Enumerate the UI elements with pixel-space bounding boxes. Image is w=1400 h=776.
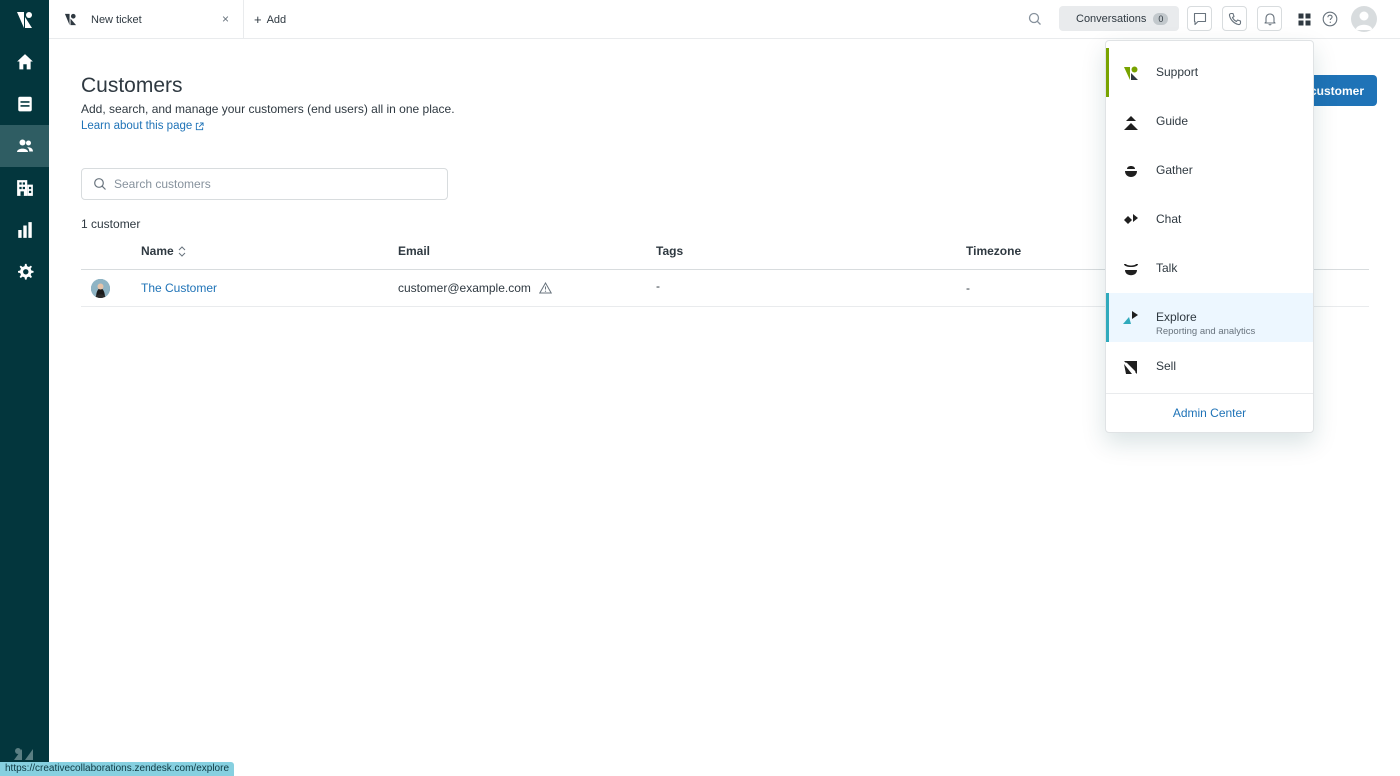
top-bar: New ticket × + Add Conversations 0 [49,0,1400,39]
conversations-count-badge: 0 [1153,12,1169,25]
page-title: Customers [81,74,183,97]
page-description: Add, search, and manage your customers (… [81,102,455,116]
product-tray-button[interactable] [1296,11,1312,27]
building-icon [16,180,33,196]
warning-triangle-icon [538,282,552,294]
phone-icon [1228,12,1241,25]
product-menu-item-chat[interactable]: Chat [1106,195,1313,244]
inbox-stack-icon [17,96,32,112]
admin-center-link[interactable]: Admin Center [1106,406,1313,420]
learn-about-page-link[interactable]: Learn about this page [81,120,204,132]
product-menu-label: Gather [1156,163,1193,177]
search-icon[interactable] [1027,11,1043,27]
column-header-tags: Tags [656,244,684,258]
tab-new-ticket[interactable]: New ticket × [49,0,244,39]
plus-icon: + [254,12,262,27]
support-product-icon [1124,66,1138,80]
menu-divider [1106,393,1313,394]
product-menu-item-explore[interactable]: Explore Reporting and analytics [1106,293,1313,342]
product-menu-item-support[interactable]: Support [1106,48,1313,97]
person-icon [1355,11,1373,30]
bar-chart-icon [17,222,32,238]
user-avatar[interactable] [1351,6,1377,32]
tab-close-button[interactable]: × [222,12,229,26]
product-tray-menu: Support Guide Gather Chat Talk Explore R… [1105,40,1314,433]
nav-home[interactable] [0,41,49,83]
customer-tags: - [656,279,660,293]
search-customers-input[interactable] [114,177,434,191]
talk-product-icon [1124,264,1138,276]
chat-product-icon [1124,214,1138,224]
bell-icon [1263,12,1276,25]
sort-icon [178,245,186,257]
notifications-button[interactable] [1257,6,1282,31]
gather-product-icon [1125,166,1137,177]
conversations-button[interactable]: Conversations 0 [1059,6,1179,31]
column-name-label: Name [141,244,174,258]
product-menu-item-talk[interactable]: Talk [1106,244,1313,293]
home-icon [16,54,33,70]
search-customers-field[interactable] [81,168,448,200]
customer-email: customer@example.com [398,281,531,295]
nav-organizations[interactable] [0,167,49,209]
nav-admin[interactable] [0,251,49,293]
product-menu-label: Chat [1156,212,1182,226]
product-menu-label: Talk [1156,261,1178,275]
product-menu-item-sell[interactable]: Sell [1106,342,1313,391]
tab-label: New ticket [91,13,142,26]
nav-customers[interactable] [0,125,49,167]
learn-link-label: Learn about this page [81,120,193,132]
product-menu-item-guide[interactable]: Guide [1106,97,1313,146]
search-icon [94,178,106,190]
help-button[interactable] [1322,11,1338,27]
product-menu-item-gather[interactable]: Gather [1106,146,1313,195]
left-nav [0,0,49,776]
external-link-icon [196,121,204,130]
zendesk-logo-icon[interactable] [0,0,49,39]
nav-views[interactable] [0,83,49,125]
customer-name-link[interactable]: The Customer [141,281,217,295]
nav-reporting[interactable] [0,209,49,251]
product-menu-label: Sell [1156,359,1177,373]
column-header-timezone: Timezone [966,244,1022,258]
conversations-label: Conversations [1076,12,1147,25]
chat-button[interactable] [1187,6,1212,31]
product-menu-label: Explore [1156,310,1197,324]
sell-product-icon [1124,361,1137,374]
product-menu-label: Guide [1156,114,1189,128]
column-header-email: Email [398,244,431,258]
guide-product-icon [1124,116,1138,130]
question-circle-icon [1322,11,1338,27]
explore-product-icon [1123,311,1138,324]
product-menu-label: Support [1156,65,1199,79]
product-menu-sublabel: Reporting and analytics [1156,326,1256,337]
support-logo-icon [64,13,77,26]
add-label: Add [266,13,287,26]
grid-apps-icon [1298,13,1310,25]
customer-avatar [91,279,110,298]
users-icon [16,139,33,152]
gear-icon [17,263,34,280]
customer-timezone: - [966,281,970,295]
browser-status-url: https://creativecollaborations.zendesk.c… [0,762,235,776]
column-header-name[interactable]: Name [141,244,186,258]
chat-bubble-icon [1193,12,1206,25]
customer-count: 1 customer [81,217,141,231]
customer-email-cell: customer@example.com [398,281,552,295]
add-tab-button[interactable]: + Add [254,0,286,39]
talk-button[interactable] [1222,6,1247,31]
